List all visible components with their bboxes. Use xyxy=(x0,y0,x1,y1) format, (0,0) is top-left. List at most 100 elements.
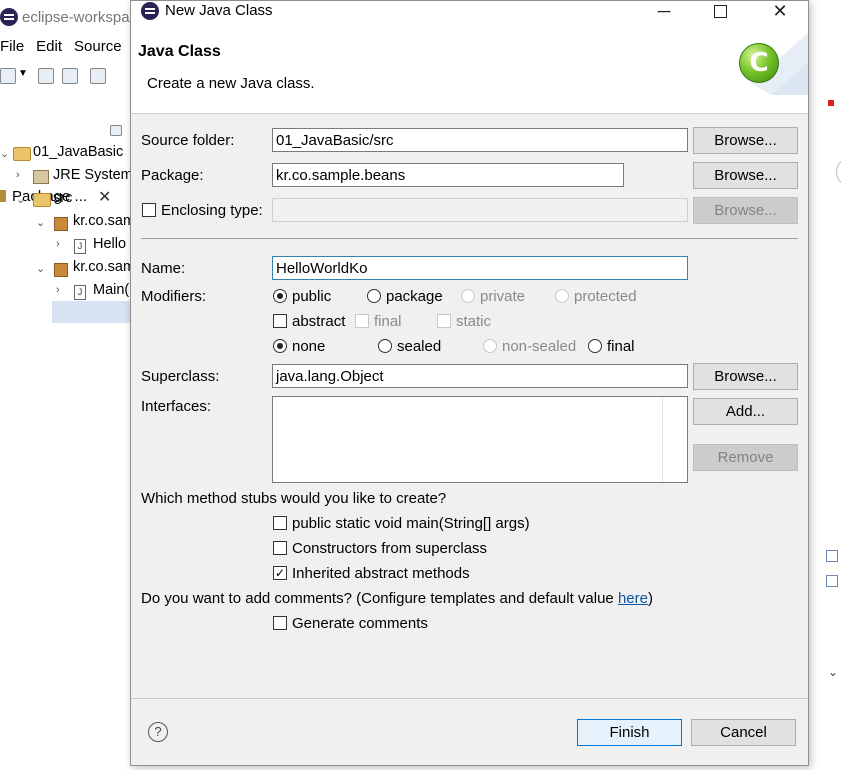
save-all-icon[interactable] xyxy=(62,68,78,84)
abstract-label: abstract xyxy=(292,313,346,330)
right-side-panel: ⌄ xyxy=(810,60,841,770)
source-folder-icon xyxy=(33,193,51,207)
wizard-title: Java Class xyxy=(138,43,221,60)
remove-interface-button: Remove xyxy=(693,444,798,471)
comments-question: Do you want to add comments? (Configure … xyxy=(141,590,653,607)
new-icon[interactable] xyxy=(0,68,16,84)
package-icon xyxy=(54,263,68,277)
package-radio-label: package xyxy=(386,288,443,305)
static-checkbox xyxy=(437,314,451,328)
close-button[interactable]: ✕ xyxy=(757,1,803,23)
source-folder-field[interactable]: 01_JavaBasic/src xyxy=(272,128,688,152)
public-label: public xyxy=(292,288,332,305)
chevron-right-icon[interactable]: › xyxy=(16,169,20,181)
generate-comments-checkbox[interactable] xyxy=(273,616,287,630)
dialog-title-bar: New Java Class ─ ✕ xyxy=(131,1,808,23)
collapse-all-icon[interactable] xyxy=(110,125,122,136)
non-sealed-label: non-sealed xyxy=(502,338,577,355)
package-field[interactable]: kr.co.sample.beans xyxy=(272,163,624,187)
new-dropdown-icon[interactable]: ▼ xyxy=(18,68,28,79)
chevron-down-icon[interactable]: ⌄ xyxy=(36,262,45,275)
menu-source[interactable]: Source xyxy=(74,38,122,55)
enclosing-type-checkbox[interactable] xyxy=(142,203,156,217)
cancel-button[interactable]: Cancel xyxy=(691,719,796,746)
name-field[interactable]: HelloWorldKo xyxy=(272,256,688,280)
package-icon xyxy=(54,217,68,231)
view-icon[interactable] xyxy=(836,160,841,184)
superclass-label: Superclass: xyxy=(141,368,220,385)
button-bar-separator xyxy=(131,698,808,699)
maximize-button[interactable] xyxy=(697,1,743,23)
public-radio[interactable] xyxy=(273,289,287,303)
add-interface-button[interactable]: Add... xyxy=(693,398,798,425)
private-label: private xyxy=(480,288,526,305)
task-list-icon[interactable] xyxy=(826,575,838,587)
method-stubs-question: Which method stubs would you like to cre… xyxy=(141,490,447,507)
package-browse-button[interactable]: Browse... xyxy=(693,162,798,189)
package-explorer: Package ... ✕ ⌄ 01_JavaBasic › JRE Syste… xyxy=(0,90,135,770)
eclipse-toolbar: ▼ xyxy=(0,64,130,88)
chevron-down-icon[interactable]: ⌄ xyxy=(36,216,45,229)
superclass-browse-button[interactable]: Browse... xyxy=(693,363,798,390)
main-method-label: public static void main(String[] args) xyxy=(292,515,530,532)
static-label: static xyxy=(456,313,492,330)
chevron-right-icon[interactable]: › xyxy=(56,284,60,296)
superclass-field[interactable]: java.lang.Object xyxy=(272,364,688,388)
constructors-checkbox[interactable] xyxy=(273,541,287,555)
chevron-down-icon[interactable]: ⌄ xyxy=(828,665,838,679)
finish-button[interactable]: Finish xyxy=(577,719,682,746)
configure-templates-link[interactable]: here xyxy=(618,590,648,607)
chevron-down-icon[interactable]: ⌄ xyxy=(0,147,9,160)
eclipse-menu-bar: File Edit Source xyxy=(0,38,134,60)
eclipse-logo-icon xyxy=(141,2,159,20)
eclipse-logo-icon xyxy=(0,8,18,26)
interfaces-scrollbar[interactable] xyxy=(662,397,687,482)
tree-item-label: kr.co.sam xyxy=(73,259,136,275)
interfaces-list[interactable] xyxy=(272,396,688,483)
tree-selection-highlight xyxy=(52,301,132,323)
minimize-button[interactable]: ─ xyxy=(641,1,687,23)
source-folder-label: Source folder: xyxy=(141,132,235,149)
chevron-right-icon[interactable]: › xyxy=(56,238,60,250)
inherited-methods-label: Inherited abstract methods xyxy=(292,565,470,582)
help-icon[interactable]: ? xyxy=(148,722,168,742)
name-label: Name: xyxy=(141,260,186,277)
package-label: Package: xyxy=(141,167,204,184)
maximize-icon xyxy=(713,5,727,18)
menu-file[interactable]: File xyxy=(0,38,24,55)
marker-icon xyxy=(828,100,834,106)
dialog-title: New Java Class xyxy=(165,2,273,19)
constructors-label: Constructors from superclass xyxy=(292,540,488,557)
enclosing-type-label: Enclosing type: xyxy=(161,202,263,219)
final-radio[interactable] xyxy=(588,339,602,353)
sealed-radio[interactable] xyxy=(378,339,392,353)
modifiers-label: Modifiers: xyxy=(141,288,207,305)
none-radio[interactable] xyxy=(273,339,287,353)
tree-item-label: Hello xyxy=(93,236,127,252)
package-explorer-icon xyxy=(0,190,6,202)
protected-radio xyxy=(555,289,569,303)
terminal-icon[interactable] xyxy=(90,68,106,84)
comments-question-text: Do you want to add comments? (Configure … xyxy=(141,590,618,607)
tree-item-label: kr.co.sam xyxy=(73,213,136,229)
none-label: none xyxy=(292,338,326,355)
sealed-label: sealed xyxy=(397,338,442,355)
chevron-down-icon[interactable]: ⌄ xyxy=(16,193,25,206)
outline-icon[interactable] xyxy=(826,550,838,562)
java-class-icon: C xyxy=(739,43,779,83)
new-java-class-dialog: New Java Class ─ ✕ Java Class Create a n… xyxy=(130,0,809,766)
inherited-methods-checkbox[interactable]: ✓ xyxy=(273,566,287,580)
main-method-checkbox[interactable] xyxy=(273,516,287,530)
comments-question-close: ) xyxy=(647,590,653,607)
final-radio-label: final xyxy=(607,338,635,355)
close-icon[interactable]: ✕ xyxy=(98,187,111,207)
generate-comments-label: Generate comments xyxy=(292,615,428,632)
separator xyxy=(141,238,798,239)
source-folder-browse-button[interactable]: Browse... xyxy=(693,127,798,154)
save-icon[interactable] xyxy=(38,68,54,84)
tree-item-label: 01_JavaBasic xyxy=(33,144,124,160)
menu-edit[interactable]: Edit xyxy=(36,38,62,55)
package-radio[interactable] xyxy=(367,289,381,303)
abstract-checkbox[interactable] xyxy=(273,314,287,328)
java-file-icon: J xyxy=(74,239,86,254)
